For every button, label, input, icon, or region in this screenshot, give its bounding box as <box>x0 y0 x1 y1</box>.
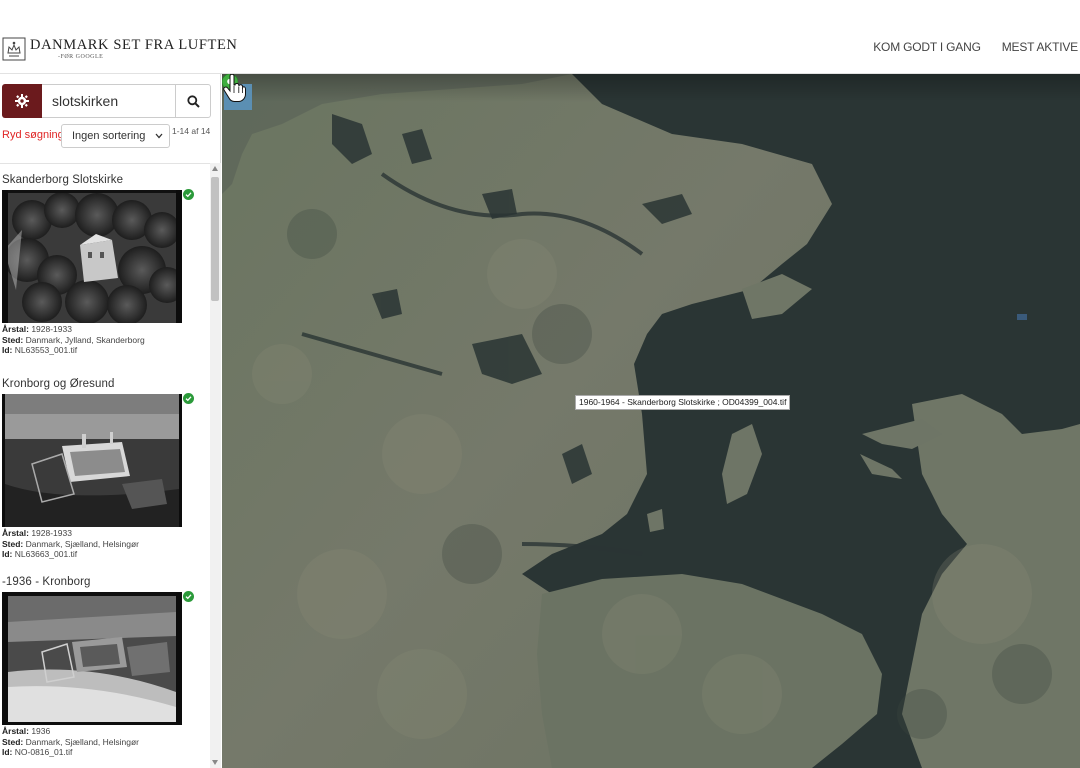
search-bar <box>2 84 211 118</box>
logo-title: DANMARK SET FRA LUFTEN <box>30 37 238 53</box>
result-item[interactable]: Skanderborg Slotskirke Årstal: 1928-1933… <box>2 174 202 364</box>
hand-cursor-icon <box>223 74 246 102</box>
site-header: DANMARK SET FRA LUFTEN -FØR GOOGLE KOM G… <box>0 0 1080 74</box>
satellite-map <box>222 74 1080 768</box>
meta-label-id: Id: <box>2 747 13 757</box>
scroll-thumb[interactable] <box>211 177 219 301</box>
result-meta: Årstal: 1928-1933 Sted: Danmark, Sjællan… <box>2 528 139 560</box>
meta-label-year: Årstal: <box>2 726 29 736</box>
meta-id: NO-0816_01.tif <box>14 747 73 757</box>
site-logo[interactable]: DANMARK SET FRA LUFTEN -FØR GOOGLE <box>2 37 238 65</box>
main-nav: KOM GODT I GANG MEST AKTIVE <box>873 40 1078 54</box>
scroll-up-icon[interactable] <box>212 166 218 171</box>
meta-id: NL63553_001.tif <box>14 345 78 355</box>
result-item[interactable]: Kronborg og Øresund Årstal: 1928-1933 St… <box>2 378 202 568</box>
available-check-icon <box>183 393 194 404</box>
result-thumbnail[interactable] <box>2 190 182 323</box>
settings-button[interactable] <box>2 84 42 118</box>
map-view[interactable]: 1960-1964 - Skanderborg Slotskirke ; OD0… <box>222 74 1080 768</box>
sort-selected-label: Ingen sortering <box>72 130 146 142</box>
sort-select[interactable]: Ingen sortering <box>61 124 170 148</box>
search-input[interactable] <box>42 84 175 118</box>
meta-place: Danmark, Jylland, Skanderborg <box>25 334 145 345</box>
meta-place: Danmark, Sjælland, Helsingør <box>25 538 139 549</box>
results-scrollbar[interactable] <box>210 163 221 768</box>
search-button[interactable] <box>175 84 211 118</box>
crest-icon <box>2 37 26 61</box>
meta-label-id: Id: <box>2 345 13 355</box>
nav-kom-godt-i-gang[interactable]: KOM GODT I GANG <box>873 40 981 54</box>
meta-label-place: Sted: <box>2 538 24 549</box>
gear-icon <box>15 94 29 108</box>
meta-label-year: Årstal: <box>2 528 29 538</box>
meta-year: 1928-1933 <box>31 528 72 538</box>
meta-label-place: Sted: <box>2 736 24 747</box>
chevron-down-icon <box>155 133 163 139</box>
search-icon <box>186 94 200 108</box>
clear-search-link[interactable]: Ryd søgning <box>2 129 64 141</box>
result-title: -1936 - Kronborg <box>2 576 91 588</box>
result-title: Kronborg og Øresund <box>2 378 115 390</box>
meta-place: Danmark, Sjælland, Helsingør <box>25 736 139 747</box>
available-check-icon <box>183 591 194 602</box>
result-thumbnail[interactable] <box>2 592 182 725</box>
result-meta: Årstal: 1928-1933 Sted: Danmark, Jylland… <box>2 324 145 356</box>
marker-tooltip: 1960-1964 - Skanderborg Slotskirke ; OD0… <box>575 395 791 410</box>
nav-mest-aktive[interactable]: MEST AKTIVE <box>1002 40 1078 54</box>
result-title: Skanderborg Slotskirke <box>2 174 124 186</box>
logo-subtitle: -FØR GOOGLE <box>58 54 104 60</box>
meta-year: 1936 <box>31 726 51 736</box>
result-thumbnail[interactable] <box>2 394 182 527</box>
filter-row: Ryd søgning Ingen sortering 1-14 af 14 <box>2 123 217 149</box>
result-item[interactable]: -1936 - Kronborg Årstal: 1936 Sted: Danm… <box>2 576 202 766</box>
meta-label-id: Id: <box>2 549 13 559</box>
meta-label-place: Sted: <box>2 334 24 345</box>
result-count: 1-14 af 14 <box>172 126 211 136</box>
results-list: Skanderborg Slotskirke Årstal: 1928-1933… <box>0 163 210 768</box>
scroll-down-icon[interactable] <box>212 760 218 765</box>
meta-year: 1928-1933 <box>31 324 72 334</box>
result-meta: Årstal: 1936 Sted: Danmark, Sjælland, He… <box>2 726 139 758</box>
meta-label-year: Årstal: <box>2 324 29 334</box>
available-check-icon <box>183 189 194 200</box>
search-sidebar: Ryd søgning Ingen sortering 1-14 af 14 S… <box>0 74 221 768</box>
meta-id: NL63663_001.tif <box>14 549 78 559</box>
